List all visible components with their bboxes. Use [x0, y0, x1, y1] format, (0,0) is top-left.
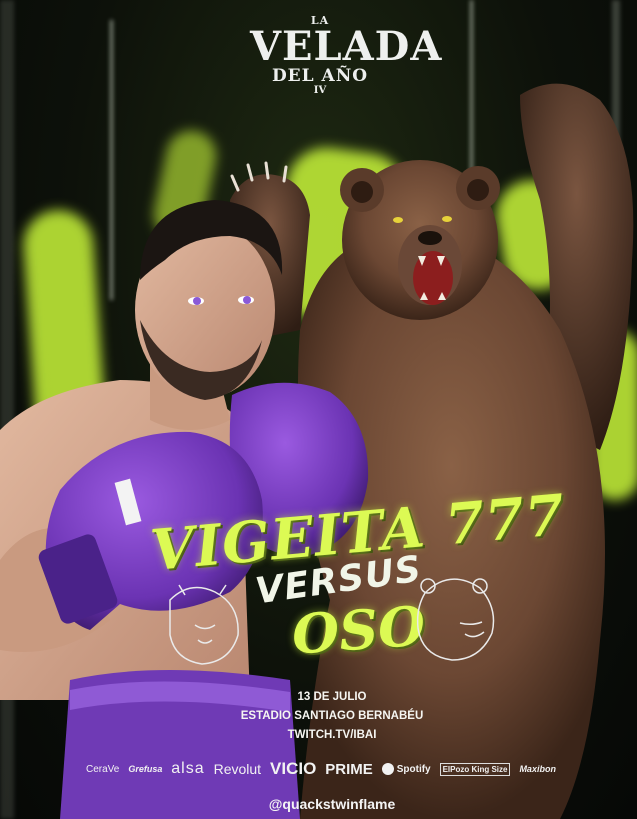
- event-date: 13 DE JULIO: [297, 691, 367, 703]
- sponsor-vicio: VICIO: [270, 759, 317, 778]
- event-stream: TWITCH.TV/IBAI: [287, 729, 377, 741]
- event-venue: ESTADIO SANTIAGO BERNABÉU: [240, 710, 424, 722]
- spotify-icon: [381, 763, 394, 775]
- event-details: 13 DE JULIO ESTADIO SANTIAGO BERNABÉU TW…: [232, 688, 432, 745]
- sponsor-elpozo: ElPozo King Size: [439, 762, 511, 776]
- sponsor-grefusa: Grefusa: [128, 764, 163, 774]
- fighter-right-name: OSO: [289, 593, 428, 667]
- creator-handle: @quackstwinflame: [268, 796, 396, 812]
- event-poster: LA VELADA DEL AÑO IV VIGEITA 777 VERSUS …: [0, 0, 637, 819]
- bear-sketch-icon: [169, 584, 239, 665]
- sponsor-spotify-label: Spotify: [396, 763, 431, 775]
- sponsor-bar: CeraVe Grefusa alsa Revolut VICIO PRIME …: [86, 756, 556, 782]
- event-logo: LA VELADA DEL AÑO IV: [250, 14, 443, 96]
- sponsor-prime: PRIME: [325, 760, 373, 778]
- logo-line-edition: IV: [313, 85, 327, 96]
- sponsor-maxibon: Maxibon: [519, 764, 556, 774]
- sponsor-spotify: Spotify: [381, 763, 431, 775]
- sponsor-alsa: alsa: [171, 760, 205, 777]
- bear-head-sketch-icon: [416, 578, 495, 661]
- sponsor-cerave: CeraVe: [86, 763, 120, 775]
- logo-line-velada: VELADA: [250, 23, 443, 70]
- sponsor-revolut: Revolut: [213, 761, 262, 777]
